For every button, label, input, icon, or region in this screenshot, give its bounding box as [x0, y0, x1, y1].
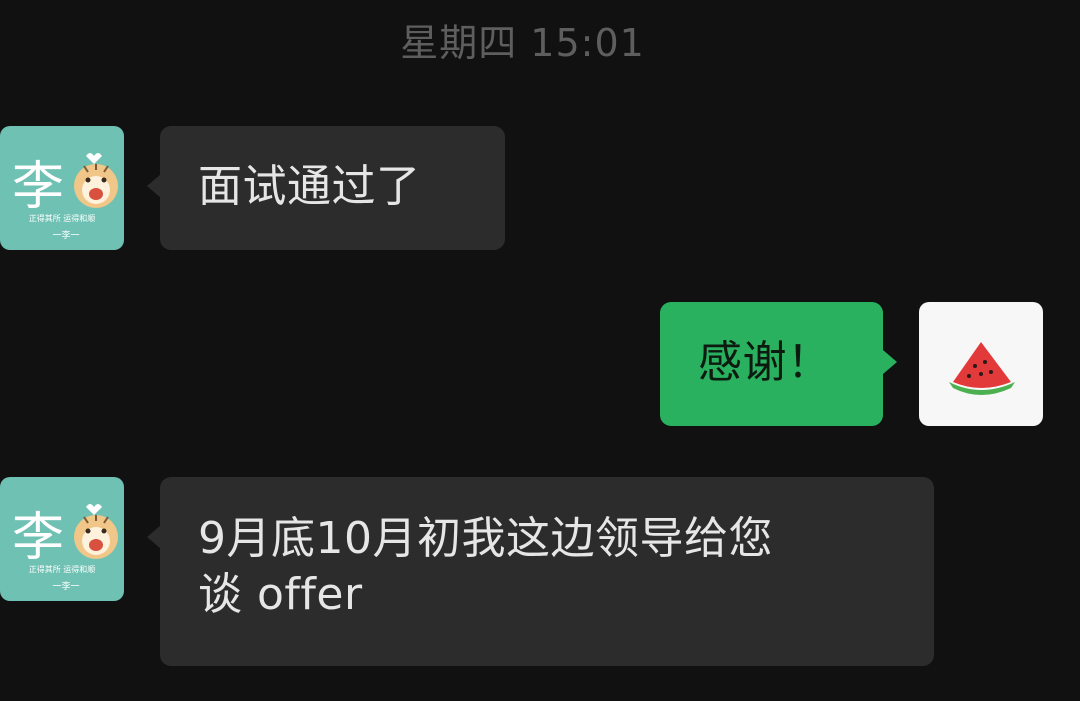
bubble-tail — [883, 350, 897, 374]
message-bubble-incoming[interactable]: 面试通过了 — [160, 126, 505, 250]
avatar-caption: 正得其所 运得和顺 — [29, 564, 96, 574]
avatar-caption: 正得其所 运得和顺 — [29, 213, 96, 223]
message-text: 感谢！ — [698, 337, 832, 388]
contact-avatar[interactable]: 李 正得其所 运得和顺 一李一 — [0, 477, 124, 601]
contact-avatar[interactable]: 李 正得其所 运得和顺 一李一 — [0, 126, 124, 250]
avatar-signature: 一李一 — [52, 229, 79, 241]
message-bubble-incoming[interactable]: 9月底10月初我这边领导给您 谈 offer — [160, 477, 934, 666]
message-text: 9月底10月初我这边领导给您 谈 offer — [198, 513, 773, 620]
chat-screen: 星期四 15:01 李 正得其所 运得和顺 一李一 面试通过了 感谢！ 李 正得… — [0, 0, 1080, 701]
chat-timestamp: 星期四 15:01 — [400, 21, 645, 65]
avatar-initial: 李 — [12, 157, 64, 217]
message-bubble-outgoing[interactable]: 感谢！ — [660, 302, 883, 426]
avatar-signature: 一李一 — [52, 580, 79, 592]
avatar-initial: 李 — [12, 508, 64, 568]
bubble-tail — [147, 525, 161, 549]
message-text: 面试通过了 — [198, 161, 421, 212]
self-avatar[interactable] — [919, 302, 1043, 426]
bubble-tail — [147, 174, 161, 198]
